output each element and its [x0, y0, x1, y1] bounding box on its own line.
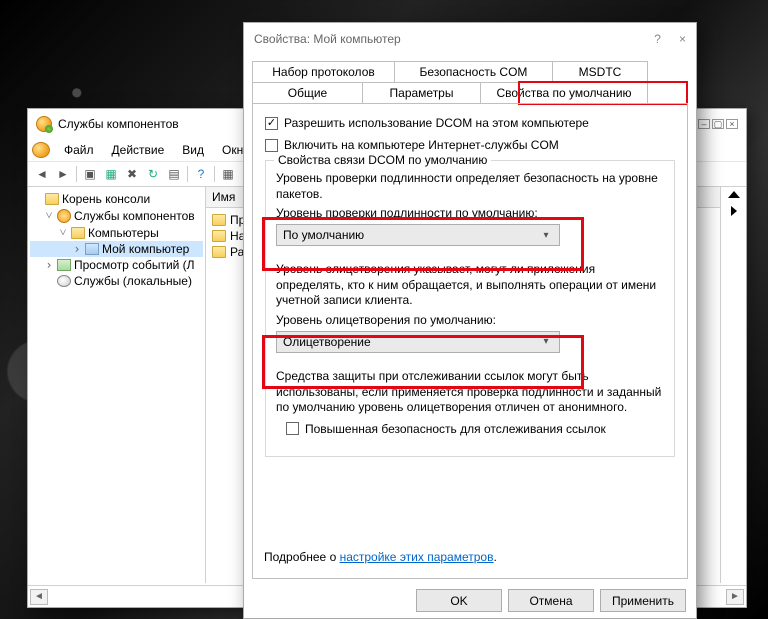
close-button[interactable]: ×: [679, 32, 686, 46]
tree-root-label: Корень консоли: [62, 192, 150, 206]
properties-dialog: Свойства: Мой компьютер ? × Набор проток…: [243, 22, 697, 619]
checkbox-icon: [265, 139, 278, 152]
group-legend: Свойства связи DCOM по умолчанию: [274, 153, 491, 167]
tree-view[interactable]: Корень консоли ˅Службы компонентов ˅Комп…: [28, 187, 206, 583]
auth-level-dropdown[interactable]: По умолчанию ▾: [276, 224, 560, 246]
checkbox-label: Повышенная безопасность для отслеживания…: [305, 422, 606, 436]
close-button[interactable]: ×: [726, 119, 738, 129]
help-prefix: Подробнее о: [264, 550, 340, 564]
export-button[interactable]: ▤: [164, 164, 184, 184]
dialog-title: Свойства: Мой компьютер: [254, 32, 401, 46]
auth-level-label: Уровень проверки подлинности по умолчани…: [276, 206, 664, 220]
chevron-down-icon: ▾: [539, 336, 553, 347]
imp-description: Уровень олицетворения указывает, могут л…: [276, 262, 664, 309]
help-link-row: Подробнее о настройке этих параметров.: [264, 550, 497, 564]
tree-event-viewer[interactable]: ›Просмотр событий (Л: [30, 257, 203, 273]
tree-computers-label: Компьютеры: [88, 226, 159, 240]
action-more-icon[interactable]: [731, 206, 737, 216]
maximize-button[interactable]: ▢: [712, 119, 724, 129]
menu-action[interactable]: Действие: [104, 141, 173, 159]
checkbox-icon: ✓: [265, 117, 278, 130]
menu-view[interactable]: Вид: [174, 141, 212, 159]
tree-computers[interactable]: ˅Компьютеры: [30, 224, 203, 241]
tab-general[interactable]: Общие: [252, 82, 362, 103]
window-controls: – ▢ ×: [698, 119, 738, 129]
tab-protocols[interactable]: Набор протоколов: [252, 61, 394, 82]
apply-button[interactable]: Применить: [600, 589, 686, 612]
checkbox-label: Разрешить использование DCOM на этом ком…: [284, 116, 589, 130]
dropdown-value: По умолчанию: [283, 228, 539, 242]
help-button[interactable]: ?: [654, 32, 661, 46]
dropdown-value: Олицетворение: [283, 335, 539, 349]
imp-level-dropdown[interactable]: Олицетворение ▾: [276, 331, 560, 353]
tree-mycomputer-label: Мой компьютер: [102, 242, 189, 256]
tree-root[interactable]: Корень консоли: [30, 191, 203, 207]
ok-button[interactable]: OK: [416, 589, 502, 612]
group-dcom-defaults: Свойства связи DCOM по умолчанию Уровень…: [265, 160, 675, 457]
minimize-button[interactable]: –: [698, 119, 710, 129]
action-up-icon[interactable]: [728, 191, 740, 198]
delete-button[interactable]: ✖: [122, 164, 142, 184]
actions-pane: [720, 187, 746, 583]
app-icon: [36, 116, 52, 132]
checkbox-enable-inet-com[interactable]: Включить на компьютере Интернет-службы C…: [265, 138, 675, 152]
tree-localsvc-label: Службы (локальные): [74, 274, 192, 288]
window-title: Службы компонентов: [58, 117, 179, 131]
menu-file[interactable]: Файл: [56, 141, 102, 159]
checkbox-label: Включить на компьютере Интернет-службы C…: [284, 138, 559, 152]
help-button[interactable]: ?: [191, 164, 211, 184]
refresh-button[interactable]: ↻: [143, 164, 163, 184]
tree-local-services[interactable]: Службы (локальные): [30, 273, 203, 289]
dialog-buttons: OK Отмена Применить: [416, 589, 686, 612]
help-link[interactable]: настройке этих параметров: [340, 550, 494, 564]
view1-button[interactable]: ▦: [218, 164, 238, 184]
tab-page: ✓ Разрешить использование DCOM на этом к…: [252, 103, 688, 579]
tree-my-computer[interactable]: ›Мой компьютер: [30, 241, 203, 257]
tab-msdtc[interactable]: MSDTC: [552, 61, 648, 82]
cancel-button[interactable]: Отмена: [508, 589, 594, 612]
chevron-down-icon: ▾: [539, 230, 553, 241]
tree-eventlog-label: Просмотр событий (Л: [74, 258, 195, 272]
tab-params[interactable]: Параметры: [362, 82, 480, 103]
dialog-titlebar[interactable]: Свойства: Мой компьютер ? ×: [244, 23, 696, 55]
checkbox-icon: [286, 422, 299, 435]
forward-button[interactable]: ►: [53, 164, 73, 184]
menu-icon: [32, 142, 50, 158]
scroll-right[interactable]: ►: [726, 589, 744, 605]
show-button[interactable]: ▦: [101, 164, 121, 184]
tab-strip: Набор протоколов Безопасность COM MSDTC …: [244, 55, 696, 103]
back-button[interactable]: ◄: [32, 164, 52, 184]
tree-component-services[interactable]: ˅Службы компонентов: [30, 207, 203, 224]
imp-level-label: Уровень олицетворения по умолчанию:: [276, 313, 664, 327]
checkbox-enable-dcom[interactable]: ✓ Разрешить использование DCOM на этом к…: [265, 116, 675, 130]
tab-default-properties[interactable]: Свойства по умолчанию: [480, 82, 648, 103]
scroll-left[interactable]: ◄: [30, 589, 48, 605]
up-button[interactable]: ▣: [80, 164, 100, 184]
tab-com-security[interactable]: Безопасность COM: [394, 61, 552, 82]
tree-services-label: Службы компонентов: [74, 209, 195, 223]
auth-description: Уровень проверки подлинности определяет …: [276, 171, 664, 202]
track-description: Средства защиты при отслеживании ссылок …: [276, 369, 664, 416]
checkbox-track-security[interactable]: Повышенная безопасность для отслеживания…: [286, 422, 664, 436]
